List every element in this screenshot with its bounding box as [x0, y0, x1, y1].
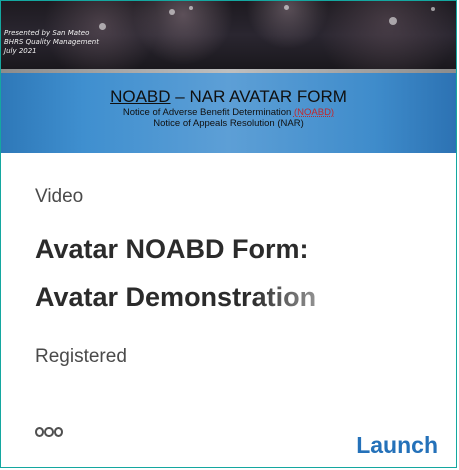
- more-options-button[interactable]: [35, 421, 63, 443]
- content-type-label: Video: [35, 186, 84, 207]
- banner-title: NOABD – NAR AVATAR FORM: [110, 87, 347, 106]
- ellipsis-icon: [35, 427, 45, 437]
- banner-subtitle-2: Notice of Appeals Resolution (NAR): [153, 118, 304, 129]
- banner-subtitle-1: Notice of Adverse Benefit Determination …: [122, 107, 335, 118]
- thumbnail-title-banner: NOABD – NAR AVATAR FORM Notice of Advers…: [1, 73, 456, 153]
- launch-button[interactable]: Launch: [356, 432, 438, 458]
- video-thumbnail[interactable]: Presented by San Mateo BHRS Quality Mana…: [1, 1, 456, 153]
- card-title-line-1[interactable]: Avatar NOABD Form:: [35, 233, 309, 265]
- course-card: Presented by San Mateo BHRS Quality Mana…: [0, 0, 457, 468]
- title-fade-overlay: [251, 277, 456, 317]
- thumbnail-header-image: Presented by San Mateo BHRS Quality Mana…: [1, 1, 456, 69]
- status-label: Registered: [35, 346, 127, 367]
- presented-by-text: Presented by San Mateo BHRS Quality Mana…: [4, 29, 99, 55]
